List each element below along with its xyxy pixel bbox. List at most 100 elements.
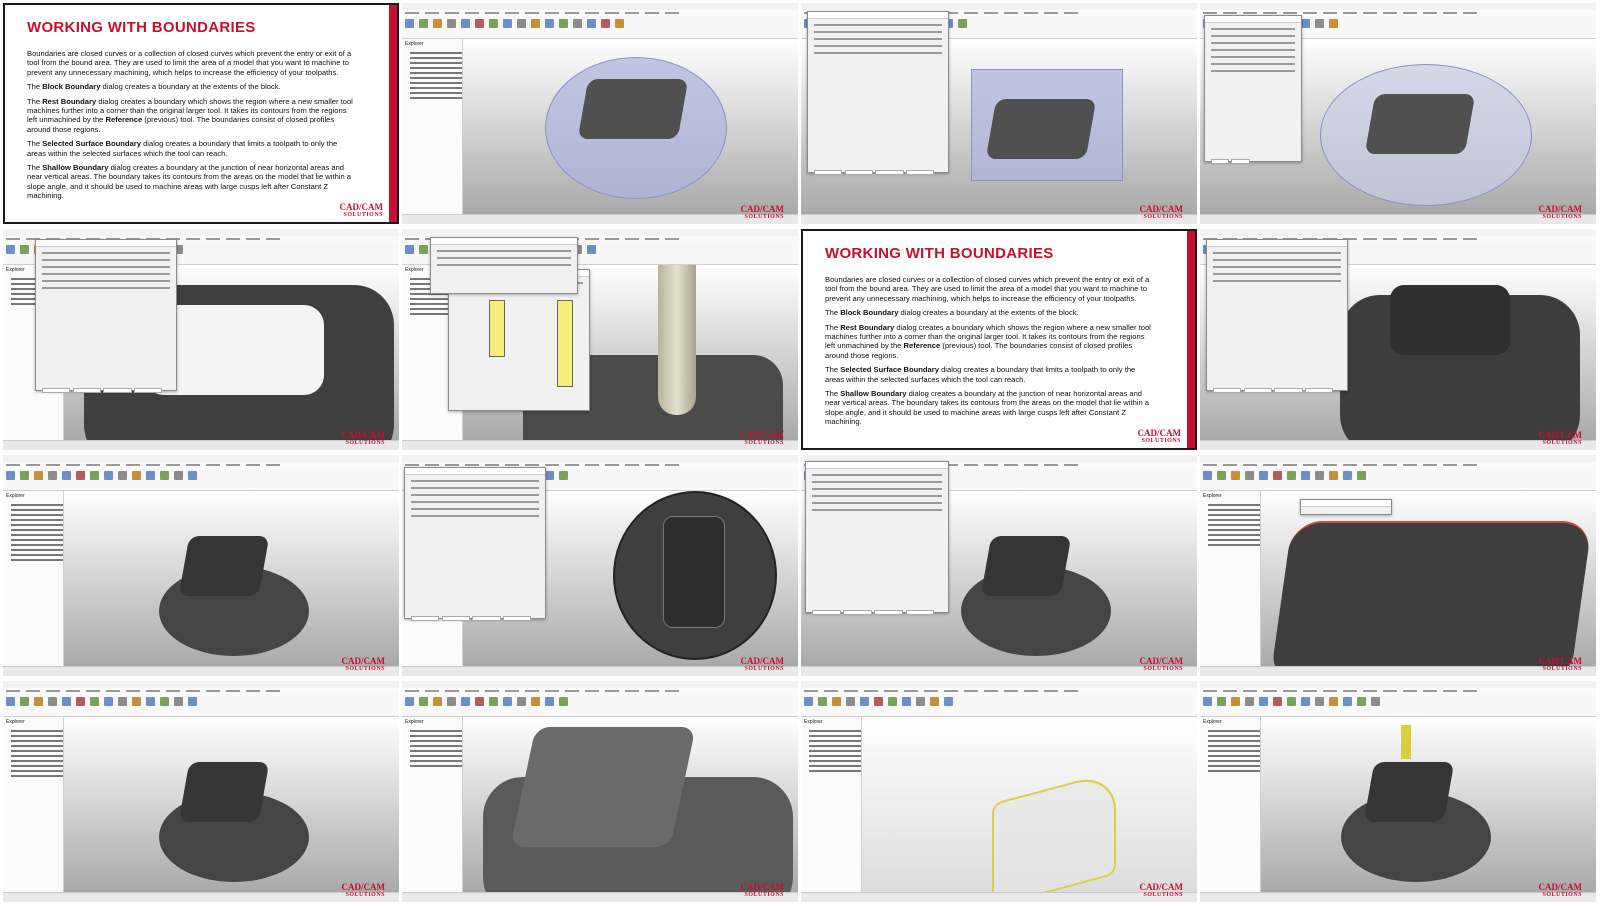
- status-bar: [1200, 440, 1596, 450]
- status-bar: [3, 892, 399, 902]
- slide-rest-para: The Rest Boundary dialog creates a bound…: [27, 96, 353, 134]
- tool-cylinder: [1401, 725, 1411, 759]
- slide-shallow-para: The Shallow Boundary dialog creates a bo…: [825, 389, 1150, 427]
- company-logo: CAD/CAM SOLUTIONS: [1139, 656, 1184, 673]
- explorer-panel[interactable]: Explorer: [801, 717, 862, 893]
- slide-selected-para: The Selected Surface Boundary dialog cre…: [825, 365, 1136, 384]
- company-logo: CAD/CAM SOLUTIONS: [1538, 204, 1583, 221]
- graphics-viewport[interactable]: [463, 39, 798, 215]
- window-titlebar: [1200, 681, 1596, 688]
- explorer-panel[interactable]: Explorer: [402, 717, 463, 893]
- status-bar: [3, 440, 399, 450]
- window-titlebar: [402, 3, 798, 10]
- window-titlebar: [3, 229, 399, 236]
- slide-intro: Boundaries are closed curves or a collec…: [825, 275, 1150, 303]
- thumbnail-grid: WORKING WITH BOUNDARIES Boundaries are c…: [0, 0, 1600, 906]
- part-boss: [980, 536, 1072, 596]
- app-screenshot-tile: CAD/CAM SOLUTIONS: [801, 455, 1197, 676]
- graphics-viewport[interactable]: [463, 717, 798, 902]
- part-boss: [510, 727, 696, 847]
- window-titlebar: [801, 3, 1197, 10]
- company-logo: CAD/CAM SOLUTIONS: [1139, 882, 1184, 899]
- app-screenshot-tile: Explorer CAD/CAMSOLUTIONS: [402, 3, 798, 224]
- window-titlebar: [1200, 3, 1596, 10]
- explorer-panel[interactable]: Explorer: [3, 717, 64, 893]
- app-screenshot-tile: Explorer CAD/CAMSOLUTIONS: [3, 681, 399, 902]
- slide-body: Boundaries are closed curves or a collec…: [825, 275, 1155, 432]
- slide-shallow-para: The Shallow Boundary dialog creates a bo…: [27, 163, 352, 201]
- boundary-dialog[interactable]: [35, 239, 177, 393]
- ribbon-toolbar[interactable]: [402, 16, 798, 39]
- status-bar: [402, 892, 798, 902]
- slide-heading: WORKING WITH BOUNDARIES: [27, 19, 256, 36]
- wireframe-surface: [992, 770, 1116, 902]
- slide-intro: Boundaries are closed curves or a collec…: [27, 49, 352, 77]
- graphics-viewport[interactable]: [64, 717, 399, 893]
- boundary-dialog[interactable]: [805, 461, 949, 615]
- app-screenshot-tile: Explorer CAD/CAMSOLUTIONS: [1200, 681, 1596, 902]
- slide-heading: WORKING WITH BOUNDARIES: [825, 245, 1054, 262]
- composite-curve-toolbar[interactable]: [1300, 499, 1392, 515]
- ribbon-toolbar[interactable]: [801, 694, 1197, 717]
- part-model: [1269, 521, 1593, 676]
- status-bar: [402, 666, 798, 676]
- company-logo: CAD/CAM SOLUTIONS: [1139, 204, 1184, 221]
- window-titlebar: [1200, 455, 1596, 462]
- app-screenshot-tile: Explorer CAD/CAMSOLUTIONS: [1200, 455, 1596, 676]
- app-screenshot-tile: CAD/CAM SOLUTIONS: [1200, 3, 1596, 224]
- status-bar: [801, 666, 1197, 676]
- status-bar: [1200, 666, 1596, 676]
- ribbon-toolbar[interactable]: [3, 468, 399, 491]
- part-model: [1364, 94, 1476, 154]
- explorer-panel[interactable]: Explorer: [1200, 491, 1261, 667]
- ribbon-toolbar[interactable]: [1200, 468, 1596, 491]
- company-logo: CAD/CAM SOLUTIONS: [740, 204, 785, 221]
- slide-body: Boundaries are closed curves or a collec…: [27, 49, 357, 206]
- graphics-viewport[interactable]: [1261, 717, 1596, 893]
- ribbon-toolbar[interactable]: [402, 694, 798, 717]
- slide-block-para: The Block Boundary dialog creates a boun…: [825, 308, 1079, 318]
- part-boss: [178, 762, 270, 822]
- graphics-viewport[interactable]: [64, 491, 399, 667]
- block-dialog[interactable]: [1204, 15, 1302, 164]
- company-logo: CAD/CAM SOLUTIONS: [341, 656, 386, 673]
- ribbon-toolbar[interactable]: [3, 694, 399, 717]
- explorer-panel[interactable]: Explorer: [3, 491, 64, 667]
- window-titlebar: [402, 229, 798, 236]
- slide-block-para: The Block Boundary dialog creates a boun…: [27, 82, 281, 92]
- boundary-dialog[interactable]: [1206, 239, 1348, 393]
- shallow-boundary-dialog[interactable]: [404, 467, 546, 621]
- slide-tile: WORKING WITH BOUNDARIES Boundaries are c…: [801, 229, 1197, 450]
- graphics-viewport[interactable]: [1261, 491, 1596, 676]
- ribbon-toolbar[interactable]: [1200, 694, 1596, 717]
- window-titlebar: [402, 681, 798, 688]
- app-screenshot-tile: Explorer CAD/CAMSOLUTIONS: [402, 681, 798, 902]
- part-model: [985, 99, 1097, 159]
- app-screenshot-tile: Explorer CAD/CAMSOLUTIONS: [402, 455, 798, 676]
- boundary-dialog[interactable]: [807, 11, 949, 175]
- tool-list-dialog[interactable]: [430, 237, 578, 294]
- explorer-panel[interactable]: Explorer: [402, 39, 463, 215]
- part-boss: [1363, 762, 1455, 822]
- tool-preview: [489, 300, 505, 357]
- company-logo: CAD/CAM SOLUTIONS: [1538, 430, 1583, 447]
- company-logo: CAD/CAM SOLUTIONS: [1137, 428, 1182, 445]
- company-logo: CAD/CAM SOLUTIONS: [740, 656, 785, 673]
- company-logo: CAD/CAM SOLUTIONS: [341, 882, 386, 899]
- window-titlebar: [402, 455, 798, 462]
- part-boss: [178, 536, 270, 596]
- slide-accent-bar: [1187, 231, 1195, 448]
- status-bar: [402, 214, 798, 224]
- company-logo: CAD/CAM SOLUTIONS: [740, 430, 785, 447]
- slide-rest-para: The Rest Boundary dialog creates a bound…: [825, 322, 1151, 360]
- company-logo: CAD/CAM SOLUTIONS: [1538, 882, 1583, 899]
- app-screenshot-tile: Explorer CAD/CAMSOLUTIONS: [3, 455, 399, 676]
- window-titlebar: [3, 455, 399, 462]
- graphics-viewport[interactable]: [862, 717, 1197, 902]
- status-bar: [1200, 214, 1596, 224]
- part-boss: [1390, 285, 1510, 355]
- app-screenshot-tile: Explorer CAD/CAMSOLUTIONS: [402, 229, 798, 450]
- slide-selected-para: The Selected Surface Boundary dialog cre…: [27, 139, 338, 158]
- explorer-panel[interactable]: Explorer: [1200, 717, 1261, 893]
- company-logo: CAD/CAM SOLUTIONS: [339, 202, 384, 219]
